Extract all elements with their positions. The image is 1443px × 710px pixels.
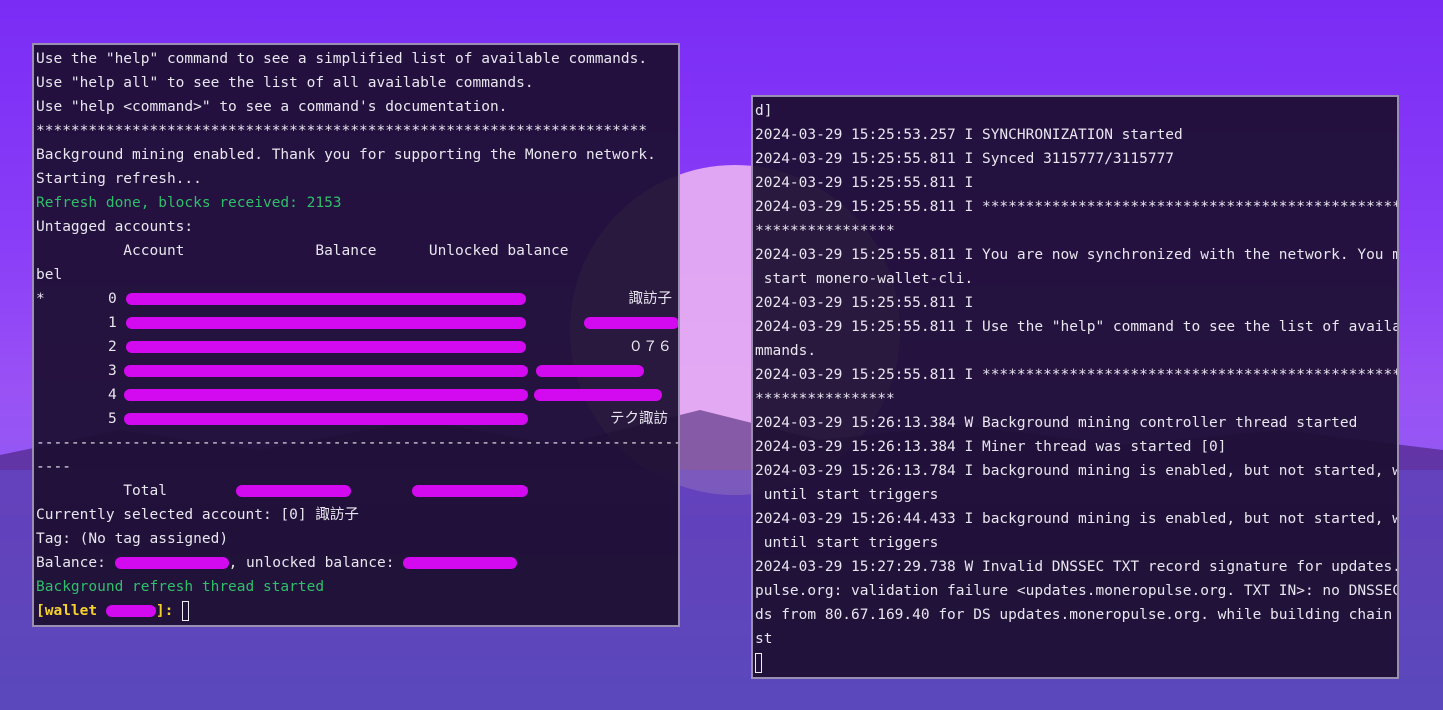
starting-refresh-line: Starting refresh... xyxy=(36,171,202,187)
redacted-balance xyxy=(124,389,528,401)
balance-line: Balance: , unlocked balance: xyxy=(36,551,678,575)
daemon-log: d] 2024-03-29 15:25:53.257 I SYNCHRONIZAT… xyxy=(755,99,1397,651)
separator-dashes: ----------------------------------------… xyxy=(36,435,678,451)
log-line: **************** xyxy=(755,223,895,239)
log-line: 2024-03-29 15:27:29.738 W Invalid DNSSEC… xyxy=(755,559,1397,575)
account-label: ０７６ xyxy=(628,339,673,355)
log-line: 2024-03-29 15:26:44.433 I background min… xyxy=(755,511,1397,527)
prompt-start: [wallet xyxy=(36,603,106,619)
separator-dashes-wrap: ---- xyxy=(36,459,71,475)
background-refresh-line: Background refresh thread started xyxy=(36,579,325,595)
help-line-3: Use "help <command>" to see a command's … xyxy=(36,99,508,115)
log-line: until start triggers xyxy=(755,487,939,503)
account-row: 5 テク諏訪 xyxy=(36,407,678,431)
log-line: 2024-03-29 15:26:13.384 W Background min… xyxy=(755,415,1358,431)
redacted-balance xyxy=(126,341,526,353)
help-line-1: Use the "help" command to see a simplifi… xyxy=(36,51,648,67)
account-row: 3 xyxy=(36,359,678,383)
log-line: until start triggers xyxy=(755,535,939,551)
account-index: 5 xyxy=(108,411,117,427)
log-line: 2024-03-29 15:25:55.811 I Synced 3115777… xyxy=(755,151,1175,167)
redacted-total-balance xyxy=(236,485,351,497)
accounts-table-header-wrap: bel xyxy=(36,267,63,283)
daemon-prompt[interactable] xyxy=(755,651,1397,675)
log-line: 2024-03-29 15:26:13.384 I Miner thread w… xyxy=(755,439,1227,455)
log-line: mmands. xyxy=(755,343,817,359)
redacted-unlocked-value xyxy=(403,557,518,569)
unlocked-prefix: , unlocked balance: xyxy=(228,555,404,571)
text-cursor[interactable] xyxy=(182,601,190,621)
account-label: 諏訪子 xyxy=(628,291,673,307)
account-row: * 0 諏訪子 xyxy=(36,287,678,311)
redacted-wallet-name xyxy=(105,605,156,617)
mining-enabled-line: Background mining enabled. Thank you for… xyxy=(36,147,656,163)
log-line: **************** xyxy=(755,391,895,407)
account-row: 2 ０７６ xyxy=(36,335,678,359)
redacted-label xyxy=(534,389,662,401)
log-line: 2024-03-29 15:25:55.811 I **************… xyxy=(755,199,1397,215)
refresh-done-line: Refresh done, blocks received: 2153 xyxy=(36,195,342,211)
log-line: d] xyxy=(755,103,773,119)
redacted-total-unlocked xyxy=(412,485,528,497)
wallet-prompt[interactable]: [wallet ]: xyxy=(36,599,678,623)
help-line-2: Use "help all" to see the list of all av… xyxy=(36,75,534,91)
redacted-balance-value xyxy=(114,557,229,569)
redacted-balance xyxy=(126,317,526,329)
account-row: 1 xyxy=(36,311,678,335)
account-index: 3 xyxy=(108,363,117,379)
account-index: 0 xyxy=(108,291,117,307)
redacted-balance xyxy=(124,413,528,425)
account-row: 4 xyxy=(36,383,678,407)
log-line: 2024-03-29 15:25:53.257 I SYNCHRONIZATIO… xyxy=(755,127,1183,143)
log-line: 2024-03-29 15:26:13.784 I background min… xyxy=(755,463,1397,479)
log-line: start monero-wallet-cli. xyxy=(755,271,974,287)
balance-prefix: Balance: xyxy=(36,555,115,571)
log-line: 2024-03-29 15:25:55.811 I Use the "help"… xyxy=(755,319,1397,335)
daemon-terminal-window[interactable]: d] 2024-03-29 15:25:53.257 I SYNCHRONIZAT… xyxy=(751,95,1399,679)
wallet-terminal-window[interactable]: Use the "help" command to see a simplifi… xyxy=(32,43,680,627)
text-cursor[interactable] xyxy=(755,653,762,673)
redacted-balance xyxy=(124,365,528,377)
selected-account-line: Currently selected account: [0] 諏訪子 xyxy=(36,507,359,523)
untagged-accounts-heading: Untagged accounts: xyxy=(36,219,194,235)
account-index: 4 xyxy=(108,387,117,403)
redacted-label xyxy=(536,365,644,377)
log-line: 2024-03-29 15:25:55.811 I You are now sy… xyxy=(755,247,1397,263)
account-label: テク諏訪 xyxy=(610,411,668,427)
account-index: 1 xyxy=(108,315,117,331)
log-line: ds from 80.67.169.40 for DS updates.mone… xyxy=(755,607,1397,623)
redacted-label xyxy=(584,317,678,329)
redacted-balance xyxy=(126,293,526,305)
log-line: 2024-03-29 15:25:55.811 I xyxy=(755,175,974,191)
account-index: 2 xyxy=(108,339,117,355)
log-line: 2024-03-29 15:25:55.811 I **************… xyxy=(755,367,1397,383)
prompt-end: ]: xyxy=(155,603,174,619)
log-line: pulse.org: validation failure <updates.m… xyxy=(755,583,1397,599)
tag-line: Tag: (No tag assigned) xyxy=(36,531,229,547)
log-line: 2024-03-29 15:25:55.811 I xyxy=(755,295,974,311)
separator-stars: ****************************************… xyxy=(36,123,648,139)
total-label: Total xyxy=(36,483,167,499)
accounts-table-header: Account Balance Unlocked balance La xyxy=(123,243,569,259)
account-marker: * xyxy=(36,291,45,307)
total-row: Total xyxy=(36,479,678,503)
log-line: st xyxy=(755,631,773,647)
